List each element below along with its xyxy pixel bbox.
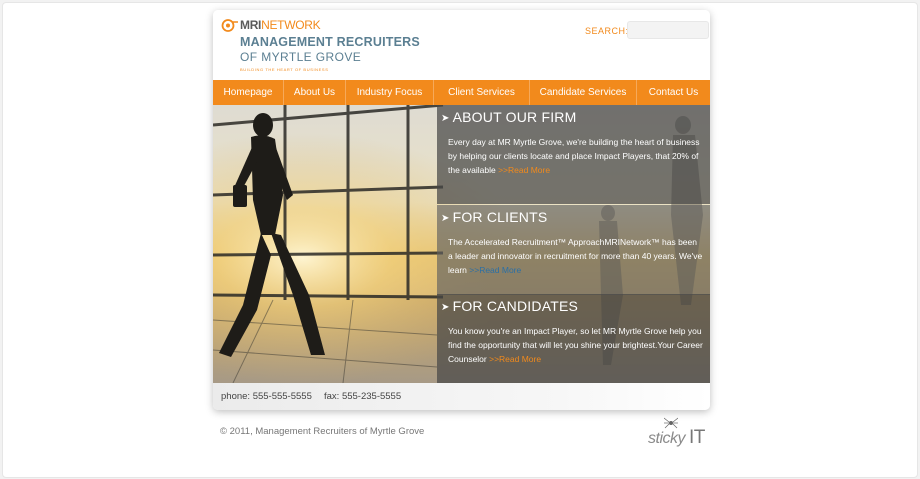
nav-item-client-services[interactable]: Client Services — [434, 80, 530, 105]
phone-number: phone: 555-555-5555 — [221, 391, 312, 402]
sticky-it-wordmark: sticky IT — [648, 427, 705, 449]
for-candidates-read-more-link[interactable]: >>Read More — [489, 354, 541, 364]
sticky-it-credit-logo[interactable]: sticky IT — [648, 415, 718, 460]
contact-bar: phone: 555-555-5555 fax: 555-235-5555 — [213, 383, 710, 410]
nav-item-candidate-services[interactable]: Candidate Services — [530, 80, 637, 105]
nav-item-industry-focus[interactable]: Industry Focus — [346, 80, 434, 105]
hero-image: ➤ ABOUT OUR FIRM Every day at MR Myrtle G… — [213, 105, 710, 383]
for-clients-title: ➤ FOR CLIENTS — [441, 209, 547, 225]
for-candidates-body: You know you're an Impact Player, so let… — [448, 326, 703, 364]
for-clients-panel: ➤ FOR CLIENTS The Accelerated Recruitment… — [437, 205, 710, 295]
fax-number: fax: 555-235-5555 — [324, 391, 402, 402]
for-clients-read-more-link[interactable]: >>Read More — [469, 265, 521, 275]
for-candidates-panel: ➤ FOR CANDIDATES You know you're an Impac… — [437, 294, 710, 383]
for-candidates-text: You know you're an Impact Player, so let… — [448, 324, 704, 366]
logo-tagline: BUILDING THE HEART OF BUSINESS — [240, 67, 329, 72]
for-clients-title-text: FOR CLIENTS — [452, 209, 548, 225]
search-label: SEARCH: — [585, 26, 629, 36]
nav-item-contact-us[interactable]: Contact Us — [637, 80, 710, 105]
main-navigation: Homepage About Us Industry Focus Client … — [213, 80, 710, 105]
website-container: MRINETWORK MANAGEMENT RECRUITERS OF MYRT… — [213, 10, 710, 410]
for-clients-text: The Accelerated Recruitment™ ApproachMRI… — [448, 235, 704, 277]
about-firm-body: Every day at MR Myrtle Grove, we're buil… — [448, 137, 700, 175]
about-firm-title: ➤ ABOUT OUR FIRM — [441, 109, 576, 125]
logo-company-location: OF MYRTLE GROVE — [240, 50, 362, 64]
logo-network-text: NETWORK — [261, 18, 321, 32]
chevron-right-icon: ➤ — [441, 302, 450, 313]
logo-company-name: MANAGEMENT RECRUITERS — [240, 35, 420, 49]
mri-logo-mark-icon — [221, 19, 238, 32]
search-input[interactable] — [627, 21, 709, 39]
nav-item-homepage[interactable]: Homepage — [213, 80, 284, 105]
about-firm-title-text: ABOUT OUR FIRM — [452, 109, 577, 125]
for-candidates-title-text: FOR CANDIDATES — [452, 298, 579, 314]
about-firm-text: Every day at MR Myrtle Grove, we're buil… — [448, 135, 704, 177]
nav-item-about-us[interactable]: About Us — [284, 80, 346, 105]
about-firm-panel: ➤ ABOUT OUR FIRM Every day at MR Myrtle G… — [437, 105, 710, 204]
about-firm-read-more-link[interactable]: >>Read More — [498, 165, 550, 175]
logo-mri-text: MRI — [240, 18, 262, 32]
copyright-text: © 2011, Management Recruiters of Myrtle … — [220, 426, 425, 437]
chevron-right-icon: ➤ — [441, 113, 450, 124]
sticky-it-it: IT — [688, 427, 705, 448]
chevron-right-icon: ➤ — [441, 213, 450, 224]
site-header: MRINETWORK MANAGEMENT RECRUITERS OF MYRT… — [213, 10, 710, 80]
logo-wordmark: MRINETWORK — [240, 18, 321, 32]
for-candidates-title: ➤ FOR CANDIDATES — [441, 298, 578, 314]
sticky-it-script: sticky — [648, 430, 686, 447]
